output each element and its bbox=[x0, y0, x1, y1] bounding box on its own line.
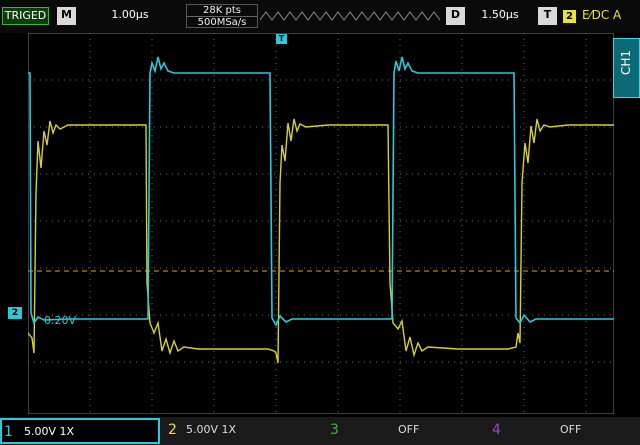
channel-4-button[interactable]: 4 OFF bbox=[486, 418, 640, 444]
trigger-position-marker[interactable]: T bbox=[276, 34, 287, 44]
channel-1-scale: 5.00V 1X bbox=[24, 425, 75, 438]
delay-menu-key[interactable]: D bbox=[446, 7, 465, 25]
waveform-overview-icon bbox=[260, 11, 440, 21]
channel-4-number: 4 bbox=[492, 422, 501, 438]
trigger-status-badge: TRIGED bbox=[2, 7, 49, 25]
ground-marker-badge[interactable]: 2 bbox=[8, 307, 22, 319]
channel-3-scale: OFF bbox=[398, 423, 420, 436]
timebase-value[interactable]: 1.00μs bbox=[82, 7, 178, 25]
channel-2-number: 2 bbox=[168, 422, 177, 438]
channel-4-scale: OFF bbox=[560, 423, 582, 436]
channel-3-button[interactable]: 3 OFF bbox=[324, 418, 484, 444]
channel-2-button[interactable]: 2 5.00V 1X bbox=[162, 418, 322, 444]
channel-1-button[interactable]: 1 5.00V 1X bbox=[0, 418, 160, 444]
ground-offset-label: 0.20V bbox=[44, 314, 77, 327]
memory-points: 28K pts bbox=[187, 5, 257, 17]
delay-value[interactable]: 1.50μs bbox=[468, 7, 532, 25]
ch1-tab-label: CH1 bbox=[619, 50, 633, 76]
sample-rate: 500MSa/s bbox=[197, 17, 247, 28]
trigger-menu-key[interactable]: T bbox=[538, 7, 557, 25]
trigger-source-badge: 2 bbox=[563, 10, 576, 23]
graticule-border bbox=[28, 33, 614, 414]
memory-info: 28K pts 500MSa/s bbox=[186, 4, 258, 28]
channel-1-number: 1 bbox=[4, 424, 13, 440]
channel-3-number: 3 bbox=[330, 422, 339, 438]
trigger-settings[interactable]: E⁄DC A bbox=[582, 7, 640, 25]
waveform-display bbox=[28, 33, 614, 414]
ch1-menu-tab[interactable]: CH1 bbox=[613, 38, 640, 98]
horizontal-menu-key[interactable]: M bbox=[57, 7, 76, 25]
channel-2-scale: 5.00V 1X bbox=[186, 423, 237, 436]
